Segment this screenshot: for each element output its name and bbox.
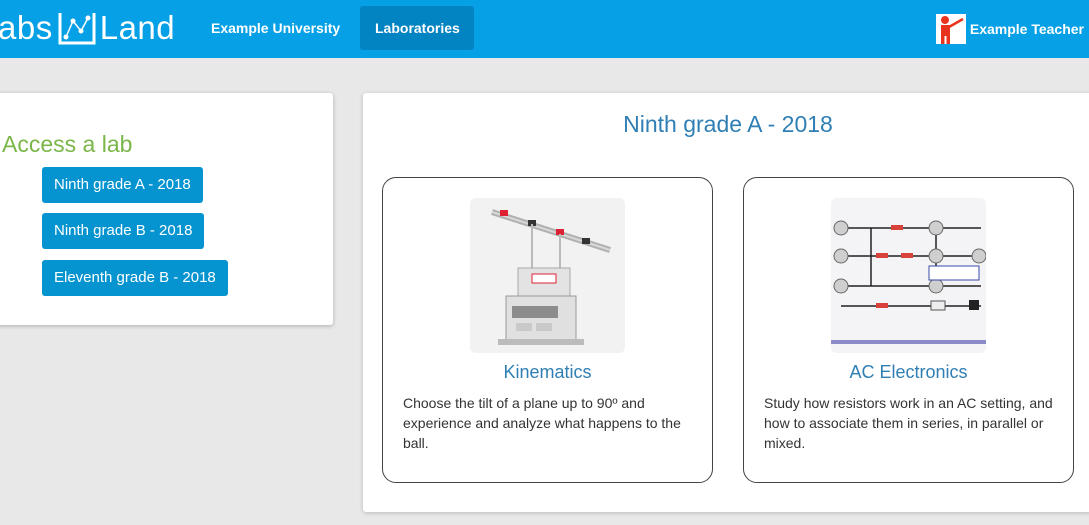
labsland-logo[interactable]: abs Land	[0, 6, 175, 50]
group-panel: Ninth grade A - 2018 Kinematics Choose t…	[363, 93, 1089, 512]
lab-card-ac-electronics[interactable]: AC Electronics Study how resistors work …	[743, 177, 1074, 483]
access-lab-heading: Access a lab	[2, 131, 133, 157]
lab-description-ac-electronics: Study how resistors work in an AC settin…	[764, 395, 1053, 451]
ac-electronics-lab-image[interactable]	[831, 198, 986, 353]
nav-example-university[interactable]: Example University	[196, 6, 355, 50]
access-lab-panel: Access a lab Ninth grade A - 2018 Ninth …	[0, 93, 333, 325]
labsland-logo-icon	[58, 13, 96, 45]
user-menu[interactable]: Example Teacher	[935, 13, 1084, 45]
group-title: Ninth grade A - 2018	[623, 111, 833, 137]
logo-text-right: Land	[99, 9, 176, 46]
ac-circuit-board-illustration	[831, 198, 986, 353]
user-name: Example Teacher	[969, 21, 1084, 37]
logo-text-left: abs	[0, 9, 53, 46]
lab-description-kinematics: Choose the tilt of a plane up to 90º and…	[403, 395, 681, 451]
kinematics-lab-image[interactable]	[470, 198, 625, 353]
lab-card-kinematics[interactable]: Kinematics Choose the tilt of a plane up…	[382, 177, 713, 483]
lab-name-kinematics[interactable]: Kinematics	[383, 362, 712, 383]
teacher-avatar-icon	[935, 14, 966, 44]
group-button-eleventh-grade-b[interactable]: Eleventh grade B - 2018	[42, 260, 228, 296]
group-button-ninth-grade-a[interactable]: Ninth grade A - 2018	[42, 167, 203, 203]
lab-name-ac-electronics[interactable]: AC Electronics	[744, 362, 1073, 383]
kinematics-apparatus-illustration	[470, 198, 625, 353]
nav-laboratories[interactable]: Laboratories	[360, 6, 474, 50]
group-button-ninth-grade-b[interactable]: Ninth grade B - 2018	[42, 213, 205, 249]
top-navbar: abs Land Example University Laboratories…	[0, 0, 1089, 58]
